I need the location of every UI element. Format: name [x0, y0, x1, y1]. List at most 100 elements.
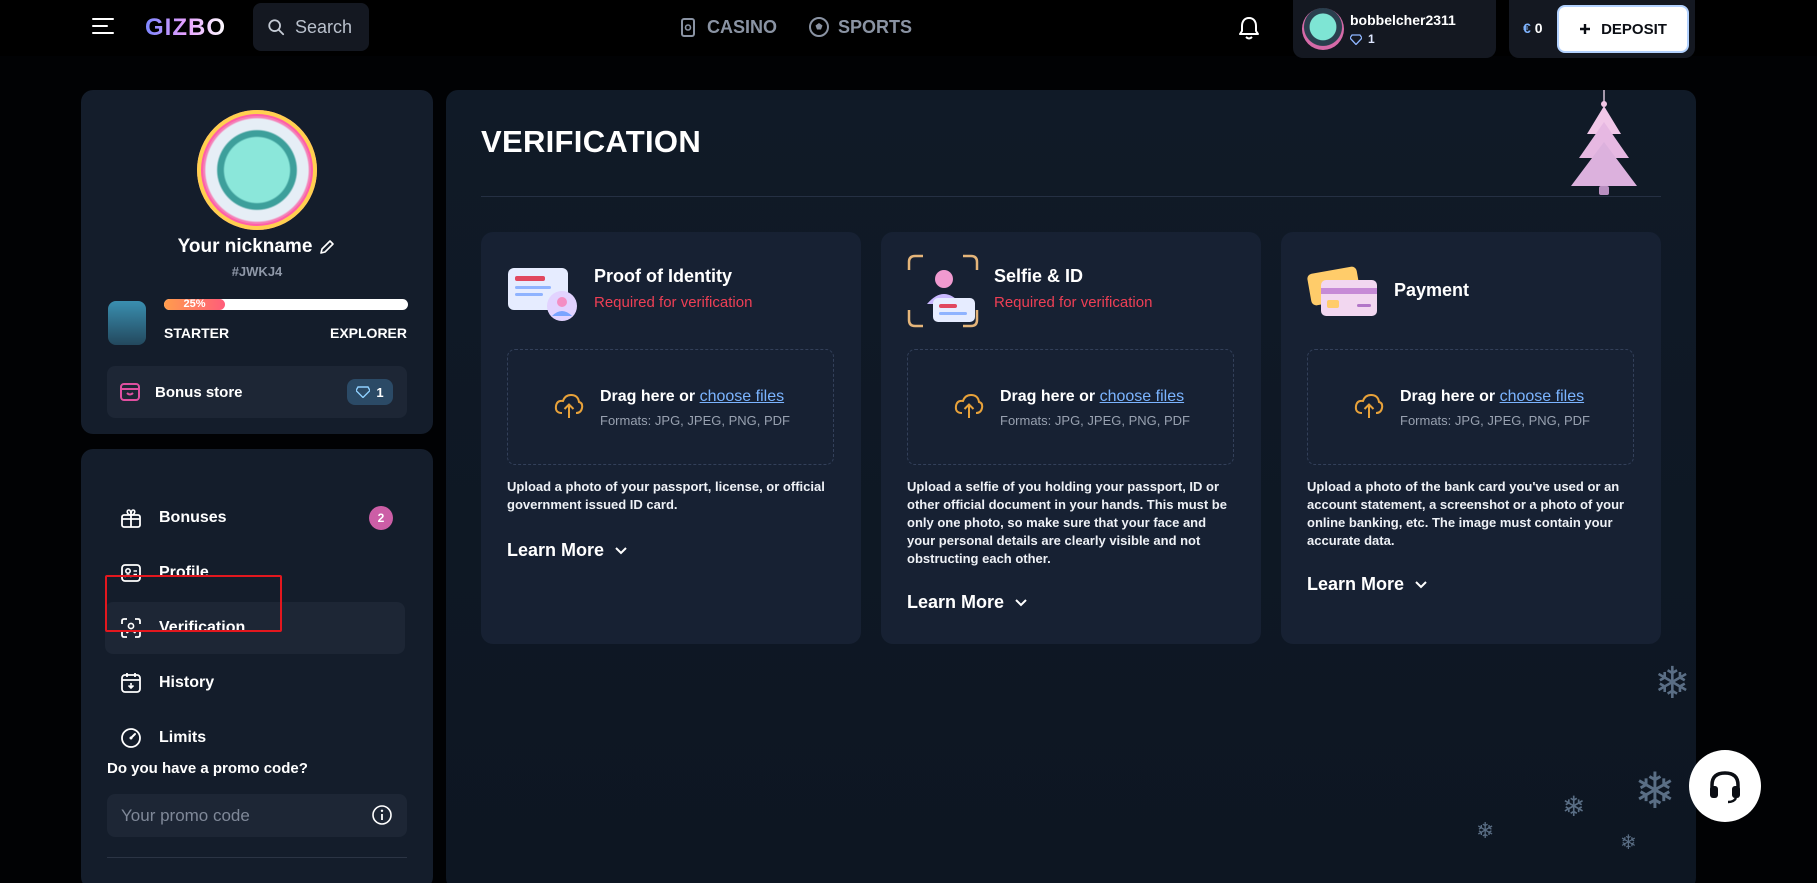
card-title: Proof of Identity — [594, 266, 732, 286]
balance-currency: € — [1523, 20, 1531, 36]
card-description: Upload a photo of your passport, license… — [507, 479, 825, 512]
cloud-upload-icon — [954, 393, 984, 418]
level-avatar — [108, 301, 146, 345]
soccer-ball-icon — [809, 17, 829, 37]
diamond-icon — [356, 386, 371, 398]
learn-more-label: Learn More — [507, 540, 605, 560]
menu-item-history[interactable]: History — [105, 657, 405, 709]
search-icon — [268, 19, 285, 36]
history-calendar-icon — [121, 673, 141, 693]
page-title: VERIFICATION — [481, 124, 702, 159]
menu-burger-icon[interactable] — [92, 18, 116, 38]
casino-icon — [681, 18, 695, 37]
nav-casino[interactable]: CASINO — [677, 16, 777, 38]
file-dropzone[interactable]: Drag here or choose files Formats: JPG, … — [507, 349, 834, 465]
snowflake-icon: ❄ — [1476, 818, 1495, 843]
choose-files-link[interactable]: choose files — [1100, 388, 1185, 405]
nickname-row: Your nickname — [81, 236, 433, 258]
user-avatar — [1302, 8, 1344, 50]
headset-icon — [1710, 771, 1740, 804]
learn-more-label: Learn More — [907, 592, 1005, 612]
card-title: Payment — [1394, 280, 1470, 300]
level-current: STARTER — [164, 325, 230, 341]
nav-sports-label: SPORTS — [838, 16, 913, 37]
menu-item-label: Profile — [159, 564, 209, 581]
learn-more-toggle[interactable]: Learn More — [507, 540, 628, 561]
id-document-icon — [508, 268, 577, 321]
menu-item-limits[interactable]: Limits — [105, 712, 405, 764]
username: bobbelcher2311 — [1350, 12, 1456, 28]
menu-item-profile[interactable]: Profile — [105, 547, 405, 599]
drag-text: Drag here or — [1400, 388, 1500, 405]
chevron-down-icon — [1015, 598, 1027, 606]
choose-files-link[interactable]: choose files — [1500, 388, 1585, 405]
plus-icon — [1580, 24, 1591, 34]
bank-card-icon — [1307, 266, 1377, 316]
menu-divider — [107, 857, 407, 858]
notification-bell-icon[interactable] — [1235, 14, 1263, 42]
file-dropzone[interactable]: Drag here or choose files Formats: JPG, … — [1307, 349, 1634, 465]
card-status: Required for verification — [994, 294, 1153, 311]
balance-box: €0 DEPOSIT — [1509, 0, 1695, 58]
nav-sports[interactable]: SPORTS — [808, 16, 912, 38]
search-label: Search — [295, 16, 353, 37]
deposit-label: DEPOSIT — [1601, 20, 1667, 38]
learn-more-toggle[interactable]: Learn More — [907, 592, 1028, 613]
user-account-box[interactable]: bobbelcher2311 1 — [1293, 0, 1496, 58]
promo-code-input[interactable] — [107, 794, 407, 837]
snowflake-icon: ❄ — [1620, 832, 1637, 854]
gauge-icon — [121, 728, 141, 748]
account-menu: Bonuses 2 Profile Verification History L… — [81, 449, 433, 883]
allowed-formats: Formats: JPG, JPEG, PNG, PDF — [600, 413, 790, 428]
title-divider — [481, 196, 1661, 197]
drag-text: Drag here or — [600, 388, 700, 405]
nickname: Your nickname — [177, 236, 313, 257]
promo-question: Do you have a promo code? — [107, 760, 308, 777]
site-logo[interactable]: GIZBO — [145, 14, 226, 42]
cloud-upload-icon — [1354, 393, 1384, 418]
profile-card: Your nickname #JWKJ4 25% STARTER EXPLORE… — [81, 90, 433, 434]
card-description: Upload a photo of the bank card you've u… — [1307, 479, 1625, 548]
deposit-button[interactable]: DEPOSIT — [1557, 5, 1689, 53]
bonus-store-count: 1 — [376, 384, 384, 400]
chevron-down-icon — [1415, 580, 1427, 588]
learn-more-toggle[interactable]: Learn More — [1307, 574, 1428, 595]
christmas-tree-icon — [1571, 90, 1637, 195]
nav-casino-label: CASINO — [707, 16, 778, 37]
gift-icon — [121, 509, 141, 528]
snowflake-icon: ❄ — [1654, 659, 1691, 708]
diamond-icon — [1350, 33, 1362, 45]
bonus-store-badge: 1 — [347, 379, 393, 405]
level-progress-label: 25% — [183, 298, 206, 310]
level-next: EXPLORER — [329, 325, 407, 341]
allowed-formats: Formats: JPG, JPEG, PNG, PDF — [1400, 413, 1590, 428]
dropzone-text: Drag here or choose files — [600, 388, 784, 406]
menu-item-label: Limits — [159, 729, 207, 746]
info-icon[interactable] — [371, 804, 393, 826]
menu-item-bonuses[interactable]: Bonuses 2 — [105, 492, 405, 544]
balance[interactable]: €0 — [1523, 20, 1543, 36]
search-button[interactable]: Search — [253, 3, 369, 51]
user-gems: 1 — [1350, 32, 1375, 46]
menu-item-label: Verification — [159, 619, 246, 636]
learn-more-label: Learn More — [1307, 574, 1405, 594]
menu-item-label: History — [159, 674, 215, 691]
bonuses-count-badge: 2 — [369, 506, 393, 530]
bonus-store-label: Bonus store — [155, 383, 243, 401]
profile-avatar[interactable] — [197, 110, 317, 230]
chevron-down-icon — [615, 546, 627, 554]
choose-files-link[interactable]: choose files — [700, 388, 785, 405]
menu-item-verification[interactable]: Verification — [105, 602, 405, 654]
file-dropzone[interactable]: Drag here or choose files Formats: JPG, … — [907, 349, 1234, 465]
snowflake-icon: ❄ — [1634, 763, 1676, 819]
card-title: Selfie & ID — [994, 266, 1084, 286]
dropzone-text: Drag here or choose files — [1400, 388, 1584, 406]
balance-amount: 0 — [1534, 20, 1543, 36]
top-header: GIZBO Search CASINO SPORTS bobbelcher231… — [0, 0, 1817, 58]
proof-of-identity-card: Proof of Identity Required for verificat… — [481, 232, 861, 644]
support-chat-button[interactable] — [1689, 750, 1761, 822]
edit-pencil-icon[interactable] — [318, 238, 336, 256]
dropzone-text: Drag here or choose files — [1000, 388, 1184, 406]
bonus-store-button[interactable]: Bonus store 1 — [107, 366, 407, 418]
payment-card: Payment Drag here or choose files Format… — [1281, 232, 1661, 644]
